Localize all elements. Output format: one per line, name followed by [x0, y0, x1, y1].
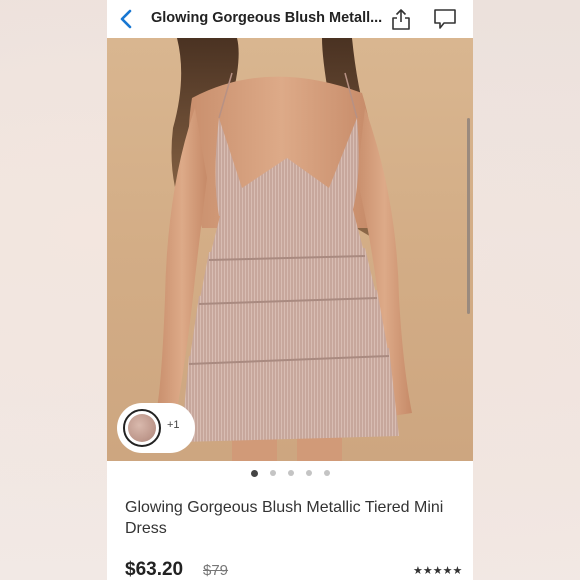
original-price: $79	[203, 562, 229, 579]
swatch-color	[128, 414, 156, 442]
sale-price: $63.20	[125, 559, 184, 580]
product-image[interactable]: +1	[107, 38, 473, 461]
dress-photo-illustration	[157, 38, 412, 461]
pager-dot[interactable]	[323, 470, 330, 476]
pager-dot[interactable]	[305, 470, 312, 476]
product-title: Glowing Gorgeous Blush Metallic Tiered M…	[125, 499, 444, 537]
product-screen: Glowing Gorgeous Blush Metall... +1 Glow…	[107, 0, 473, 580]
more-colors-count[interactable]: +1	[167, 419, 180, 431]
nav-title: Glowing Gorgeous Blush Metall...	[151, 10, 383, 26]
pager-dot[interactable]	[269, 470, 276, 476]
image-pager-dots	[107, 468, 473, 478]
share-icon[interactable]	[389, 7, 413, 31]
color-swatch-selector: +1	[117, 403, 195, 453]
price-row: $63.20 $79 ★★★★★	[125, 559, 465, 580]
pager-dot[interactable]	[250, 469, 258, 477]
pager-dot[interactable]	[287, 470, 294, 476]
comment-icon[interactable]	[433, 8, 457, 30]
navigation-bar: Glowing Gorgeous Blush Metall...	[107, 0, 473, 38]
star-rating[interactable]: ★★★★★	[413, 564, 462, 577]
color-swatch-blush[interactable]	[123, 409, 161, 447]
chevron-left-icon[interactable]	[117, 8, 135, 30]
scrollbar[interactable]	[467, 118, 470, 314]
